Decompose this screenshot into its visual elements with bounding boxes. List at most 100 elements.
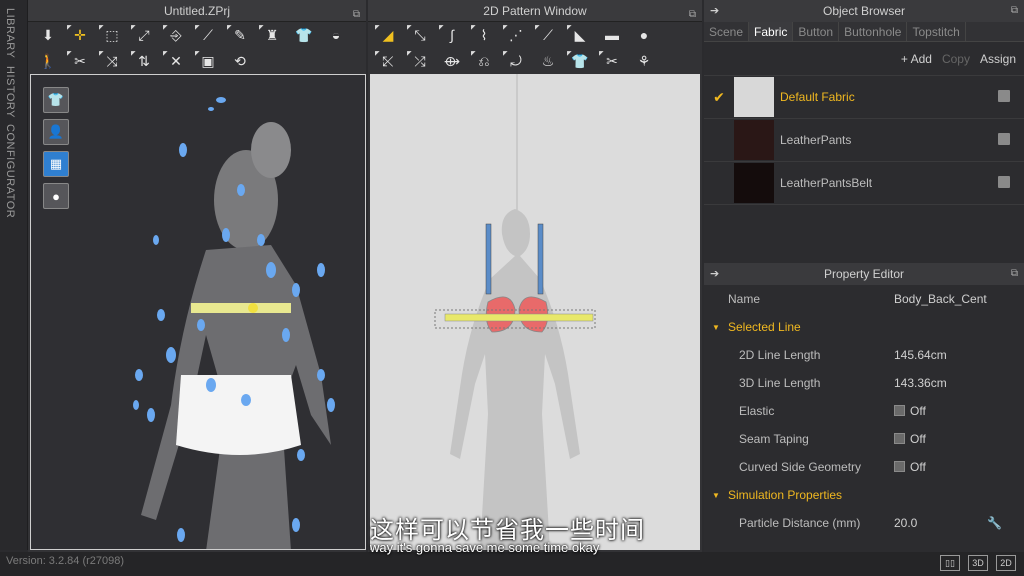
edit-texture-tool-icon[interactable]: ⟲ xyxy=(226,50,254,72)
garment-tool-icon[interactable]: ◤ ♜ xyxy=(258,24,286,46)
edit-point-tool-icon[interactable]: ◤ ⤡ xyxy=(406,24,434,46)
add-point-tool-icon[interactable]: ◤ ⋰ xyxy=(502,24,530,46)
edit-curvature-tool-icon[interactable]: ◤ ⌇ xyxy=(470,24,498,46)
property-value: 143.36cm xyxy=(894,376,947,390)
fabric-swatch xyxy=(734,77,774,117)
show-avatar-icon[interactable]: 👤 xyxy=(43,119,69,145)
curve-point-tool-icon[interactable]: ◤ ∫ xyxy=(438,24,466,46)
viewport-display-icons: 👕 👤 ▦ ● xyxy=(43,87,69,209)
fabric-item-default[interactable]: ✔ Default Fabric xyxy=(704,76,1024,119)
3d-toolbar-row-2: 🚶 ◤ ✂ ◤ ⤨ ◤ ⇅ ◤ ✕ ◤ ▣ ⟲ xyxy=(28,48,366,74)
transform-pattern-tool-icon[interactable]: ◤ ◢ xyxy=(374,24,402,46)
iron-tool-icon[interactable]: ♨ xyxy=(534,50,562,72)
rectangle-tool-icon[interactable]: ▬ xyxy=(598,24,626,46)
tab-scene[interactable]: Scene xyxy=(704,22,750,41)
select-box-tool-icon[interactable]: ◤ ⬚ xyxy=(98,24,126,46)
tab-buttonhole[interactable]: Buttonhole xyxy=(839,22,908,41)
edit-texture-2d-tool-icon[interactable]: ◤ ⤾ xyxy=(502,50,530,72)
3d-toolbar-row-1: ⬇ ◤ ✛ ◤ ⬚ ◤ ⤢ ◤ ⎆ ◤ ⟋ ◤ ✎ ◤ ♜ 👕 ◒ xyxy=(28,22,366,48)
collapse-arrow-icon[interactable]: ➔ xyxy=(710,0,719,22)
show-garment-icon[interactable]: 👕 xyxy=(43,87,69,113)
tab-history[interactable]: HISTORY xyxy=(4,66,16,118)
property-row-3d-line-length: 3D Line Length 143.36cm xyxy=(704,369,1024,397)
popout-icon[interactable]: ⧉ xyxy=(689,4,696,26)
fabric-swatch xyxy=(734,120,774,160)
property-label: Seam Taping xyxy=(739,432,809,446)
tab-library[interactable]: LIBRARY xyxy=(4,8,16,58)
fabric-item-leatherpants[interactable]: LeatherPants xyxy=(704,119,1024,162)
property-label: 2D Line Length xyxy=(739,348,821,362)
2d-viewport[interactable] xyxy=(370,74,700,550)
property-row-name: Name Body_Back_Cent xyxy=(704,285,1024,313)
subtitle-english: way it's gonna save me some time okay xyxy=(370,540,600,555)
wrench-icon[interactable]: 🔧 xyxy=(987,516,1002,530)
move-tool-icon[interactable]: ◤ ✛ xyxy=(66,24,94,46)
circle-tool-icon[interactable]: ● xyxy=(630,24,658,46)
check-sewing-tool-icon[interactable]: ⟴ xyxy=(438,50,466,72)
property-label: Elastic xyxy=(739,404,775,418)
sewing-tool-icon[interactable]: ◤ ✂ xyxy=(66,50,94,72)
save-icon[interactable] xyxy=(998,176,1010,188)
popout-icon[interactable]: ⧉ xyxy=(1011,263,1018,285)
property-value: 145.64cm xyxy=(894,348,947,362)
add-button[interactable]: + Add xyxy=(901,52,932,66)
collapse-arrow-icon[interactable]: ➔ xyxy=(710,263,719,285)
zipper-tool-icon[interactable]: ◤ ⇅ xyxy=(130,50,158,72)
down-arrow-tool-icon[interactable]: ⬇ xyxy=(34,24,62,46)
tack-2d-tool-icon[interactable]: ◤ ⎌ xyxy=(470,50,498,72)
seam-tool-icon[interactable]: ◤ ⤨ xyxy=(98,50,126,72)
brush-tool-icon[interactable]: ◤ ✎ xyxy=(226,24,254,46)
split-view-button[interactable]: ▯▯ xyxy=(940,555,960,571)
shirt-tool-icon[interactable]: 👕 xyxy=(290,24,318,46)
fold-tool-icon[interactable]: ◤ ⎆ xyxy=(162,24,190,46)
fold-2d-tool-icon[interactable]: ◤ ✂ xyxy=(598,50,626,72)
show-fabric-icon[interactable]: ▦ xyxy=(43,151,69,177)
tab-fabric[interactable]: Fabric xyxy=(749,22,794,41)
copy-button[interactable]: Copy xyxy=(942,52,970,66)
2d-window-title: 2D Pattern Window xyxy=(483,4,587,18)
avatar-silhouette-icon[interactable]: ● xyxy=(43,183,69,209)
garment-2d-tool-icon[interactable]: ◤ 👕 xyxy=(566,50,594,72)
walk-tool-icon[interactable]: 🚶 xyxy=(34,50,62,72)
property-value[interactable]: 20.0 xyxy=(894,516,917,530)
tab-button[interactable]: Button xyxy=(793,22,840,41)
polygon-tool-icon[interactable]: ◤ ◣ xyxy=(566,24,594,46)
fabric-tool-icon[interactable]: ◤ ▣ xyxy=(194,50,222,72)
fabric-item-leatherpantsbelt[interactable]: LeatherPantsBelt xyxy=(704,162,1024,205)
property-editor-body: Name Body_Back_Cent ▼ Selected Line 2D L… xyxy=(704,285,1024,537)
2d-pattern-window: 2D Pattern Window ⧉ ◤ ◢ ◤ ⤡ ◤ ∫ ◤ ⌇ ◤ ⋰ ◤ ⟋ ◤ ◣… xyxy=(368,0,702,552)
object-browser-title: Object Browser xyxy=(822,4,906,18)
tab-topstitch[interactable]: Topstitch xyxy=(907,22,966,41)
free-sewing-tool-icon[interactable]: ◤ ⤮ xyxy=(406,50,434,72)
save-icon[interactable] xyxy=(998,90,1010,102)
save-icon[interactable] xyxy=(998,133,1010,145)
internal-line-tool-icon[interactable]: ◤ ⟋ xyxy=(534,24,562,46)
view-mode-buttons: ▯▯ 3D 2D xyxy=(940,555,1016,571)
group-selected-line[interactable]: ▼ Selected Line xyxy=(704,313,1024,341)
view-3d-button[interactable]: 3D xyxy=(968,555,988,571)
popout-icon[interactable]: ⧉ xyxy=(1011,0,1018,22)
pin-tool-icon[interactable]: ◤ ⟋ xyxy=(194,24,222,46)
mesh-tool-icon[interactable]: ◒ xyxy=(322,24,350,46)
view-2d-button[interactable]: 2D xyxy=(996,555,1016,571)
property-value: Off xyxy=(910,404,926,418)
tab-configurator[interactable]: CONFIGURATOR xyxy=(4,124,16,218)
transform-tool-icon[interactable]: ◤ ⤢ xyxy=(130,24,158,46)
group-label: Simulation Properties xyxy=(728,488,843,502)
segment-sewing-tool-icon[interactable]: ◤ ⤪ xyxy=(374,50,402,72)
assign-button[interactable]: Assign xyxy=(980,52,1016,66)
3d-viewport[interactable]: 👕 👤 ▦ ● xyxy=(30,74,366,550)
tack-tool-icon[interactable]: ◤ ✕ xyxy=(162,50,190,72)
property-value: Off xyxy=(910,432,926,446)
object-browser-titlebar: ➔ Object Browser ⧉ xyxy=(704,0,1024,22)
object-browser-tabs: Scene Fabric Button Buttonhole Topstitch xyxy=(704,22,1024,42)
pattern-grade-tool-icon[interactable]: ⚘ xyxy=(630,50,658,72)
group-simulation-properties[interactable]: ▼ Simulation Properties xyxy=(704,481,1024,509)
seam-taping-checkbox[interactable] xyxy=(894,433,905,444)
property-value[interactable]: Body_Back_Cent xyxy=(894,292,987,306)
popout-icon[interactable]: ⧉ xyxy=(353,4,360,26)
elastic-checkbox[interactable] xyxy=(894,405,905,416)
curved-side-checkbox[interactable] xyxy=(894,461,905,472)
check-icon: ✔ xyxy=(713,88,725,105)
3d-window: Untitled.ZPrj ⧉ ⬇ ◤ ✛ ◤ ⬚ ◤ ⤢ ◤ ⎆ ◤ ⟋ ◤ ✎ ◤ ♜ 👕… xyxy=(28,0,366,552)
